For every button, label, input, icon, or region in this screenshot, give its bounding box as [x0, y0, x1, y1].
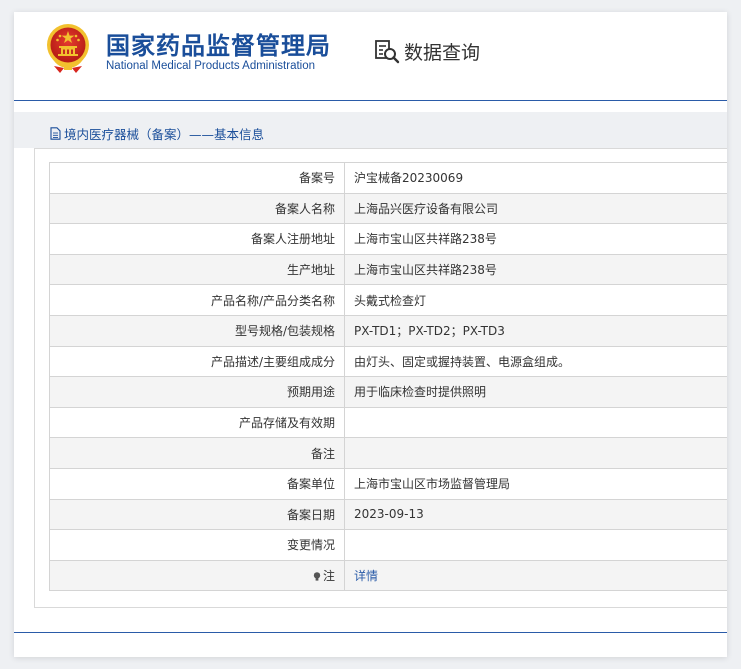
row-value: [344, 529, 727, 561]
row-label: 型号规格/包装规格: [49, 314, 345, 347]
row-label: 产品名称/产品分类名称: [49, 284, 345, 316]
table-row: 产品描述/主要组成成分 由灯头、固定或握持装置、电源盒组成。: [49, 345, 727, 378]
site-header: 国家药品监督管理局 National Medical Products Admi…: [14, 12, 727, 100]
row-value: 用于临床检查时提供照明: [344, 376, 727, 408]
magnifier-document-icon: [375, 40, 400, 64]
header-divider: [14, 100, 727, 101]
row-value: 由灯头、固定或握持装置、电源盒组成。: [344, 345, 727, 378]
table-row: 备注: [49, 437, 727, 469]
table-row: 生产地址 上海市宝山区共祥路238号: [49, 253, 727, 286]
data-query-label: 数据查询: [404, 41, 481, 64]
row-value: PX-TD1；PX-TD2；PX-TD3: [344, 314, 727, 347]
table-row: 注 详情: [49, 559, 727, 592]
table-row: 预期用途 用于临床检查时提供照明: [49, 376, 727, 408]
row-label: 备案号: [49, 162, 345, 194]
row-value: 2023-09-13: [344, 498, 727, 531]
detail-link[interactable]: 详情: [354, 569, 378, 583]
row-value: [344, 437, 727, 469]
row-value: 上海市宝山区共祥路238号: [344, 253, 727, 286]
data-query-link[interactable]: 数据查询: [374, 36, 480, 66]
table-row: 变更情况: [49, 529, 727, 561]
row-label: 产品描述/主要组成成分: [49, 345, 345, 378]
table-row: 型号规格/包装规格 PX-TD1；PX-TD2；PX-TD3: [49, 314, 727, 347]
row-value: 上海市宝山区市场监督管理局: [344, 467, 727, 500]
note-value-cell: 详情: [344, 559, 727, 592]
table-row: 备案日期 2023-09-13: [49, 498, 727, 531]
row-label: 预期用途: [49, 376, 345, 408]
row-value: 上海市宝山区共祥路238号: [344, 223, 727, 255]
note-label: 注: [322, 569, 335, 584]
table-row: 备案号 沪宝械备20230069: [49, 162, 727, 194]
document-icon: [50, 127, 61, 140]
row-value: 上海品兴医疗设备有限公司: [344, 192, 727, 225]
table-row: 备案人注册地址 上海市宝山区共祥路238号: [49, 223, 727, 255]
site-name-cn: 国家药品监督管理局: [106, 32, 331, 60]
row-value: 沪宝械备20230069: [344, 162, 727, 194]
table-row: 备案单位 上海市宝山区市场监督管理局: [49, 467, 727, 500]
row-label: 变更情况: [49, 529, 345, 561]
table-row: 产品存储及有效期: [49, 406, 727, 439]
row-label: 备案日期: [49, 498, 345, 531]
row-label: 备案人注册地址: [49, 223, 345, 255]
record-panel: 备案号 沪宝械备20230069 备案人名称 上海品兴医疗设备有限公司 备案人注…: [34, 148, 727, 608]
section-title: 境内医疗器械（备案）——基本信息: [50, 124, 264, 143]
table-row: 备案人名称 上海品兴医疗设备有限公司: [49, 192, 727, 225]
site-name-en: National Medical Products Administration: [106, 60, 316, 72]
site-footer: [14, 633, 727, 657]
lightbulb-icon: [313, 572, 321, 581]
section-title-text: 境内医疗器械（备案）——基本信息: [64, 127, 265, 142]
row-label: 备案人名称: [49, 192, 345, 225]
national-emblem-icon: [47, 24, 89, 73]
record-table: 备案号 沪宝械备20230069 备案人名称 上海品兴医疗设备有限公司 备案人注…: [49, 162, 727, 592]
row-label: 产品存储及有效期: [49, 406, 345, 439]
row-label: 生产地址: [49, 253, 345, 286]
row-label: 备注: [49, 437, 345, 469]
note-label-cell: 注: [49, 559, 345, 592]
row-value: 头戴式检查灯: [344, 284, 727, 316]
table-row: 产品名称/产品分类名称 头戴式检查灯: [49, 284, 727, 316]
row-label: 备案单位: [49, 467, 345, 500]
page: 国家药品监督管理局 National Medical Products Admi…: [14, 12, 727, 657]
row-value: [344, 406, 727, 439]
